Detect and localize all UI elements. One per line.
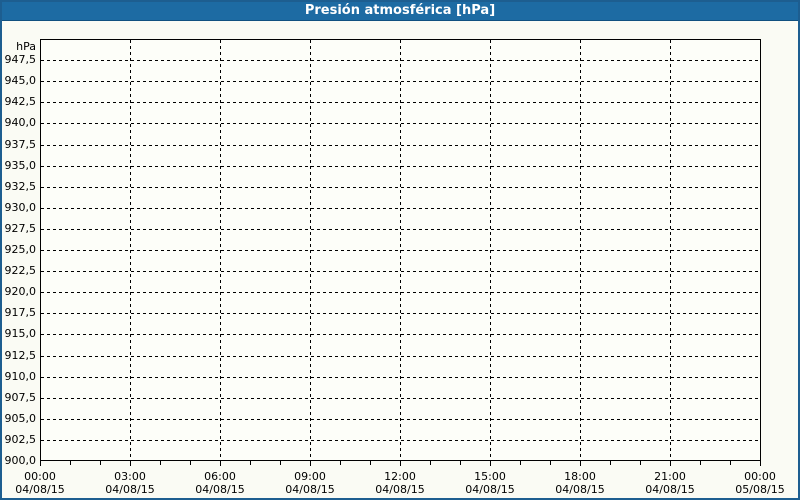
- y-tick-label: 917,5: [4, 306, 37, 320]
- x-tick-mark: [610, 461, 611, 465]
- x-tick-mark: [130, 461, 131, 466]
- v-gridline: [310, 40, 311, 460]
- v-gridline: [220, 40, 221, 460]
- y-tick-label: 912,5: [4, 348, 37, 362]
- x-tick-time-label: 15:00: [474, 470, 506, 483]
- x-tick-mark: [760, 461, 761, 466]
- y-tick-label: 942,5: [4, 95, 37, 109]
- x-tick-mark: [250, 461, 251, 465]
- y-tick-label: 902,5: [4, 432, 37, 446]
- x-tick-mark: [160, 461, 161, 465]
- x-tick-date-label: 04/08/15: [555, 483, 605, 496]
- x-tick-mark: [730, 461, 731, 465]
- x-tick-mark: [430, 461, 431, 465]
- x-tick-date-label: 05/08/15: [735, 483, 785, 496]
- x-tick-mark: [40, 461, 41, 466]
- y-axis-unit-label: hPa: [16, 40, 36, 53]
- x-tick-mark: [400, 461, 401, 466]
- x-tick-mark: [70, 461, 71, 465]
- v-gridline: [580, 40, 581, 460]
- x-tick-date-label: 04/08/15: [105, 483, 155, 496]
- y-tick-label: 930,0: [4, 200, 37, 214]
- v-gridline: [400, 40, 401, 460]
- x-tick-mark: [310, 461, 311, 466]
- x-tick-mark: [460, 461, 461, 465]
- x-tick-time-label: 06:00: [204, 470, 236, 483]
- y-tick-label: 927,5: [4, 221, 37, 235]
- x-tick-time-label: 21:00: [654, 470, 686, 483]
- x-tick-mark: [550, 461, 551, 465]
- chart-title: Presión atmosférica [hPa]: [304, 2, 496, 18]
- x-tick-mark: [190, 461, 191, 465]
- y-tick-label: 915,0: [4, 327, 37, 341]
- v-gridline: [670, 40, 671, 460]
- x-tick-date-label: 04/08/15: [285, 483, 335, 496]
- x-tick-mark: [670, 461, 671, 466]
- y-tick-label: 932,5: [4, 179, 37, 193]
- y-tick-label: 935,0: [4, 158, 37, 172]
- x-tick-date-label: 04/08/15: [15, 483, 65, 496]
- x-tick-mark: [640, 461, 641, 465]
- v-gridline: [130, 40, 131, 460]
- y-tick-label: 900,0: [4, 454, 37, 467]
- plot-area: [40, 39, 761, 461]
- v-gridline: [490, 40, 491, 460]
- x-tick-date-label: 04/08/15: [375, 483, 425, 496]
- x-tick-time-label: 00:00: [24, 470, 56, 483]
- x-tick-mark: [100, 461, 101, 465]
- y-tick-label: 905,0: [4, 411, 37, 425]
- x-tick-time-label: 12:00: [384, 470, 416, 483]
- chart-window: Presión atmosférica [hPa] hPa 947,5 945,0…: [0, 0, 800, 500]
- x-tick-mark: [370, 461, 371, 465]
- x-tick-mark: [520, 461, 521, 465]
- x-tick-mark: [280, 461, 281, 465]
- y-tick-label: 945,0: [4, 74, 37, 88]
- x-tick-time-label: 09:00: [294, 470, 326, 483]
- chart-title-bar: Presión atmosférica [hPa]: [0, 0, 800, 21]
- x-tick-mark: [700, 461, 701, 465]
- y-tick-label: 947,5: [4, 53, 37, 67]
- y-tick-label: 925,0: [4, 243, 37, 256]
- y-tick-label: 907,5: [4, 390, 37, 404]
- y-tick-label: 922,5: [4, 264, 37, 278]
- y-tick-label: 910,0: [4, 369, 37, 383]
- x-tick-time-label: 18:00: [564, 470, 596, 483]
- x-tick-mark: [490, 461, 491, 466]
- x-tick-time-label: 00:00: [744, 470, 776, 483]
- x-tick-mark: [220, 461, 221, 466]
- x-tick-date-label: 04/08/15: [645, 483, 695, 496]
- y-tick-label: 920,0: [4, 285, 37, 299]
- y-tick-label: 940,0: [4, 116, 37, 130]
- y-tick-label: 937,5: [4, 137, 37, 151]
- x-tick-time-label: 03:00: [114, 470, 146, 483]
- x-tick-date-label: 04/08/15: [195, 483, 245, 496]
- x-tick-mark: [580, 461, 581, 466]
- x-tick-mark: [340, 461, 341, 465]
- x-tick-date-label: 04/08/15: [465, 483, 515, 496]
